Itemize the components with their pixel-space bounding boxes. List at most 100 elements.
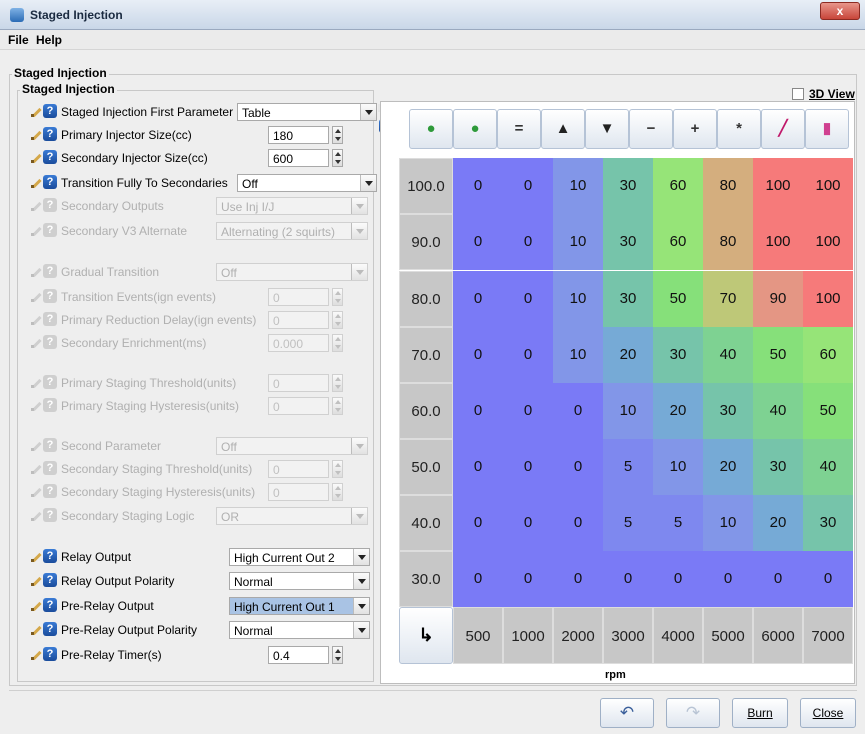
param-spinner-field[interactable]: 180: [268, 126, 329, 144]
table-cell[interactable]: 30: [603, 214, 653, 270]
table-cell[interactable]: 30: [753, 439, 803, 495]
help-icon[interactable]: ?: [43, 549, 57, 563]
spinner-arrows-icon[interactable]: [332, 126, 343, 144]
chevron-down-icon[interactable]: [360, 104, 376, 120]
table-cell[interactable]: 0: [503, 214, 553, 270]
table-cell[interactable]: 50: [753, 327, 803, 383]
table-cell[interactable]: 30: [603, 271, 653, 327]
param-dropdown[interactable]: Off: [237, 174, 377, 192]
param-dropdown[interactable]: High Current Out 1: [229, 597, 370, 615]
axis-corner-button[interactable]: ↳: [399, 607, 453, 664]
spinner-arrows-icon[interactable]: [332, 483, 343, 501]
param-spinner-field[interactable]: 0: [268, 374, 329, 392]
param-spinner-field[interactable]: 0: [268, 288, 329, 306]
y-axis-bin[interactable]: 40.0: [399, 495, 453, 551]
table-cell[interactable]: 100: [803, 271, 853, 327]
table-cell[interactable]: 90: [753, 271, 803, 327]
spinner-arrows-icon[interactable]: [332, 646, 343, 664]
table-cell[interactable]: 0: [453, 327, 503, 383]
x-axis-bin[interactable]: 6000: [753, 607, 803, 664]
subtract-button[interactable]: −: [629, 109, 673, 149]
table-cell[interactable]: 10: [653, 439, 703, 495]
table-cell[interactable]: 0: [553, 551, 603, 607]
table-cell[interactable]: 30: [653, 327, 703, 383]
spinner-arrows-icon[interactable]: [332, 397, 343, 415]
help-icon[interactable]: ?: [43, 438, 57, 452]
help-icon[interactable]: ?: [43, 127, 57, 141]
table-cell[interactable]: 10: [553, 158, 603, 214]
multiply-button[interactable]: *: [717, 109, 761, 149]
table-cell[interactable]: 0: [553, 439, 603, 495]
table-cell[interactable]: 50: [653, 271, 703, 327]
param-spinner-field[interactable]: 600: [268, 149, 329, 167]
y-axis-bin[interactable]: 90.0: [399, 214, 453, 270]
y-axis-bin[interactable]: 100.0: [399, 158, 453, 214]
spinner-arrows-icon[interactable]: [332, 374, 343, 392]
table-cell[interactable]: 50: [803, 383, 853, 439]
table-cell[interactable]: 20: [653, 383, 703, 439]
help-icon[interactable]: ?: [43, 573, 57, 587]
help-icon[interactable]: ?: [43, 508, 57, 522]
table-cell[interactable]: 20: [753, 495, 803, 551]
menu-file[interactable]: File: [8, 33, 29, 47]
menu-help[interactable]: Help: [36, 33, 62, 47]
x-axis-bin[interactable]: 2000: [553, 607, 603, 664]
table-cell[interactable]: 5: [603, 439, 653, 495]
color-scale-icon[interactable]: ▮: [805, 109, 849, 149]
table-cell[interactable]: 0: [453, 383, 503, 439]
table-cell[interactable]: 40: [703, 327, 753, 383]
param-spinner-field[interactable]: 0: [268, 311, 329, 329]
help-icon[interactable]: ?: [43, 289, 57, 303]
set-value-button[interactable]: =: [497, 109, 541, 149]
table-cell[interactable]: 0: [553, 495, 603, 551]
help-icon[interactable]: ?: [43, 647, 57, 661]
table-cell[interactable]: 10: [703, 495, 753, 551]
3d-view-checkbox[interactable]: 3D View: [792, 86, 856, 102]
chevron-down-icon[interactable]: [353, 622, 369, 638]
x-axis-bin[interactable]: 3000: [603, 607, 653, 664]
table-cell[interactable]: 60: [653, 214, 703, 270]
redo-button[interactable]: ↷: [666, 698, 720, 728]
chevron-down-icon[interactable]: [351, 438, 367, 454]
y-axis-bin[interactable]: 70.0: [399, 327, 453, 383]
spinner-arrows-icon[interactable]: [332, 288, 343, 306]
param-dropdown[interactable]: Off: [216, 437, 368, 455]
table-cell[interactable]: 20: [703, 439, 753, 495]
table-cell[interactable]: 40: [803, 439, 853, 495]
close-button[interactable]: Close: [800, 698, 856, 728]
param-spinner-field[interactable]: 0.4: [268, 646, 329, 664]
add-button[interactable]: +: [673, 109, 717, 149]
table-cell[interactable]: 30: [703, 383, 753, 439]
table-save-icon[interactable]: ●: [453, 109, 497, 149]
param-spinner-field[interactable]: 0: [268, 483, 329, 501]
table-cell[interactable]: 0: [453, 158, 503, 214]
x-axis-bin[interactable]: 500: [453, 607, 503, 664]
chevron-down-icon[interactable]: [353, 598, 369, 614]
chevron-down-icon[interactable]: [351, 508, 367, 524]
interpolate-icon[interactable]: ╱: [761, 109, 805, 149]
param-dropdown[interactable]: Table: [237, 103, 377, 121]
param-dropdown[interactable]: OR: [216, 507, 368, 525]
table-cell[interactable]: 0: [503, 271, 553, 327]
table-cell[interactable]: 0: [453, 271, 503, 327]
help-icon[interactable]: ?: [43, 461, 57, 475]
table-cell[interactable]: 10: [553, 271, 603, 327]
table-cell[interactable]: 100: [753, 214, 803, 270]
table-cell[interactable]: 60: [803, 327, 853, 383]
table-cell[interactable]: 5: [603, 495, 653, 551]
chevron-down-icon[interactable]: [360, 175, 376, 191]
table-cell[interactable]: 10: [603, 383, 653, 439]
table-cell[interactable]: 0: [503, 327, 553, 383]
chevron-down-icon[interactable]: [353, 573, 369, 589]
burn-button[interactable]: Burn: [732, 698, 788, 728]
table-cell[interactable]: 30: [603, 158, 653, 214]
y-axis-bin[interactable]: 60.0: [399, 383, 453, 439]
chevron-down-icon[interactable]: [351, 223, 367, 239]
help-icon[interactable]: ?: [43, 104, 57, 118]
table-cell[interactable]: 40: [753, 383, 803, 439]
table-cell[interactable]: 10: [553, 327, 603, 383]
table-cell[interactable]: 0: [453, 214, 503, 270]
param-dropdown[interactable]: Normal: [229, 572, 370, 590]
table-cell[interactable]: 0: [503, 439, 553, 495]
y-axis-bin[interactable]: 80.0: [399, 271, 453, 327]
